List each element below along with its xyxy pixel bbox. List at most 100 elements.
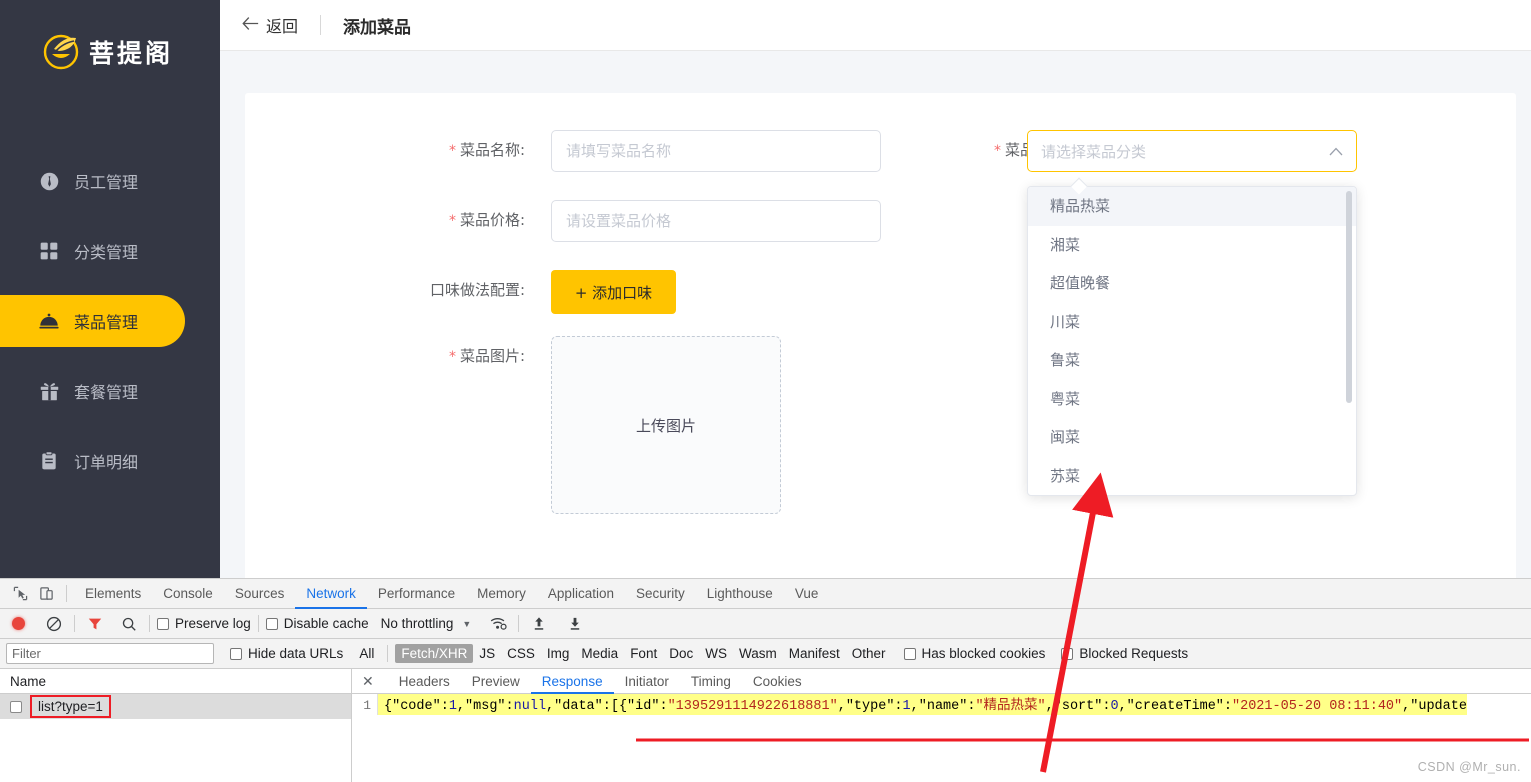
json-token: null — [513, 699, 547, 714]
dropdown-option[interactable]: 超值晚餐 — [1028, 264, 1356, 303]
tie-icon — [38, 170, 60, 192]
json-token: ,"msg": — [456, 699, 514, 714]
devtools-tab-lighthouse[interactable]: Lighthouse — [696, 579, 784, 609]
toggle-device-toolbar-icon[interactable] — [33, 582, 59, 606]
has-blocked-cookies-checkbox[interactable]: Has blocked cookies — [903, 646, 1046, 661]
filter-type-ws[interactable]: WS — [699, 644, 733, 663]
sidebar-item-label: 分类管理 — [74, 243, 139, 262]
detail-tab-headers[interactable]: Headers — [388, 669, 461, 694]
devtools-tab-memory[interactable]: Memory — [466, 579, 537, 609]
dropdown-option[interactable]: 闽菜 — [1028, 418, 1356, 457]
checkbox-box — [157, 617, 169, 630]
detail-tab-preview[interactable]: Preview — [461, 669, 531, 694]
network-filterbar: Hide data URLs All Fetch/XHR JS CSS Img … — [0, 639, 1531, 669]
field-row-dish-image: * 菜品图片: 上传图片 — [415, 336, 781, 514]
devtools-tab-console[interactable]: Console — [152, 579, 224, 609]
sidebar-item-label: 菜品管理 — [74, 313, 139, 332]
filter-type-other[interactable]: Other — [846, 644, 892, 663]
add-flavor-button[interactable]: + 添加口味 — [551, 270, 676, 314]
sidebar-item-order[interactable]: 订单明细 — [0, 435, 220, 487]
request-checkbox[interactable] — [10, 700, 22, 713]
toolbar-divider — [74, 615, 75, 632]
devtools-tabbar: Elements Console Sources Network Perform… — [0, 579, 1531, 609]
back-button[interactable]: 返回 — [242, 13, 320, 37]
filter-type-css[interactable]: CSS — [501, 644, 541, 663]
dish-name-label-text: 菜品名称: — [459, 141, 525, 159]
sidebar-item-setmeal[interactable]: 套餐管理 — [0, 365, 220, 417]
network-conditions-icon[interactable] — [485, 612, 511, 636]
detail-tab-cookies[interactable]: Cookies — [742, 669, 813, 694]
toolbar-divider — [149, 615, 150, 632]
filter-icon[interactable] — [82, 612, 108, 636]
throttling-select[interactable]: No throttling — [381, 616, 454, 631]
hide-data-urls-label: Hide data URLs — [248, 646, 344, 661]
chevron-down-icon[interactable]: ▼ — [462, 619, 471, 629]
has-blocked-cookies-label: Has blocked cookies — [921, 646, 1046, 661]
record-icon[interactable] — [12, 617, 25, 630]
filter-type-img[interactable]: Img — [541, 644, 576, 663]
clear-icon[interactable] — [41, 612, 67, 636]
detail-tab-response[interactable]: Response — [531, 669, 614, 694]
request-detail: ✕ Headers Preview Response Initiator Tim… — [352, 669, 1531, 782]
filter-type-fetch-xhr[interactable]: Fetch/XHR — [395, 644, 474, 663]
dropdown-option-list: 精品热菜 湘菜 超值晚餐 川菜 鲁菜 粤菜 闽菜 苏菜 — [1028, 187, 1356, 495]
image-upload-dropzone[interactable]: 上传图片 — [551, 336, 781, 514]
devtools-tab-vue[interactable]: Vue — [784, 579, 830, 609]
devtools-tab-network[interactable]: Network — [295, 579, 367, 609]
dish-price-input[interactable] — [551, 200, 881, 242]
disable-cache-label: Disable cache — [283, 616, 369, 631]
detail-tab-initiator[interactable]: Initiator — [614, 669, 680, 694]
page-header: 返回 添加菜品 — [220, 0, 1531, 51]
filter-type-doc[interactable]: Doc — [663, 644, 699, 663]
json-token: ,"type": — [837, 699, 903, 714]
dropdown-option[interactable]: 湘菜 — [1028, 226, 1356, 265]
json-token: ,"createTime": — [1118, 699, 1232, 714]
json-token: 1 — [448, 699, 457, 714]
import-har-icon[interactable] — [526, 612, 552, 636]
devtools-tab-application[interactable]: Application — [537, 579, 625, 609]
filter-type-js[interactable]: JS — [473, 644, 501, 663]
dropdown-option[interactable]: 鲁菜 — [1028, 341, 1356, 380]
filter-type-manifest[interactable]: Manifest — [783, 644, 846, 663]
blocked-requests-checkbox[interactable]: Blocked Requests — [1061, 646, 1188, 661]
dropdown-option[interactable]: 川菜 — [1028, 303, 1356, 342]
json-token: "2021-05-20 08:11:40" — [1232, 699, 1403, 714]
filter-input[interactable] — [6, 643, 214, 664]
brand-name: 菩提阁 — [89, 39, 174, 68]
search-icon[interactable] — [116, 612, 142, 636]
devtools-tab-elements[interactable]: Elements — [74, 579, 152, 609]
dropdown-option[interactable]: 苏菜 — [1028, 457, 1356, 496]
filter-type-media[interactable]: Media — [575, 644, 624, 663]
dropdown-option[interactable]: 粤菜 — [1028, 380, 1356, 419]
disable-cache-checkbox[interactable]: Disable cache — [265, 616, 369, 631]
sidebar-item-employee[interactable]: 员工管理 — [0, 155, 220, 207]
request-row[interactable]: list?type=1 — [0, 694, 351, 719]
hide-data-urls-checkbox[interactable]: Hide data URLs — [230, 646, 343, 661]
filter-type-font[interactable]: Font — [624, 644, 663, 663]
sidebar-nav: 员工管理 分类管理 菜品管理 套餐管理 订单明细 — [0, 155, 220, 505]
dish-name-input[interactable] — [551, 130, 881, 172]
sidebar-item-category[interactable]: 分类管理 — [0, 225, 220, 277]
detail-tab-timing[interactable]: Timing — [680, 669, 742, 694]
chevron-up-icon — [1329, 145, 1343, 158]
json-token: "1395291114922618881" — [667, 699, 838, 714]
field-row-dish-name: * 菜品名称: — [415, 130, 881, 172]
dish-image-label: * 菜品图片: — [415, 336, 525, 377]
request-name: list?type=1 — [30, 695, 111, 718]
devtools-tab-performance[interactable]: Performance — [367, 579, 466, 609]
dish-category-dropdown[interactable]: 精品热菜 湘菜 超值晚餐 川菜 鲁菜 粤菜 闽菜 苏菜 — [1027, 186, 1357, 496]
devtools-tab-sources[interactable]: Sources — [224, 579, 296, 609]
close-icon[interactable]: ✕ — [362, 673, 374, 690]
export-har-icon[interactable] — [562, 612, 588, 636]
filter-type-wasm[interactable]: Wasm — [733, 644, 783, 663]
required-asterisk: * — [448, 143, 456, 159]
inspect-element-icon[interactable] — [7, 582, 33, 606]
upload-hint-text: 上传图片 — [635, 416, 696, 435]
dish-category-select[interactable]: 请选择菜品分类 — [1027, 130, 1357, 172]
sidebar-item-dish[interactable]: 菜品管理 — [0, 295, 185, 347]
devtools-tab-security[interactable]: Security — [625, 579, 696, 609]
filter-type-all[interactable]: All — [353, 644, 380, 663]
toolbar-divider — [387, 645, 389, 662]
preserve-log-checkbox[interactable]: Preserve log — [157, 616, 251, 631]
dropdown-scrollbar[interactable] — [1346, 191, 1352, 403]
